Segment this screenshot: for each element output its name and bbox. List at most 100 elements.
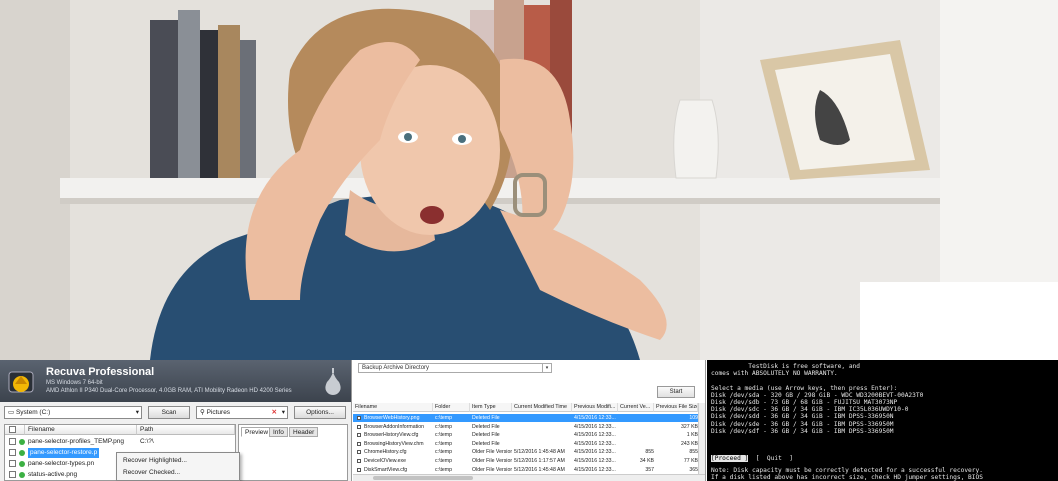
cell-folder: c:\temp (435, 432, 453, 439)
table-row[interactable]: ChromeHistory.cfg c:\temp Older File Versi… (353, 448, 698, 456)
filter-input[interactable]: ⚲ Pictures ✕ ▾ (196, 406, 288, 419)
start-button[interactable]: Start (657, 386, 695, 398)
cell-previous-size: 243 KB (680, 440, 698, 447)
testdisk-note-line: Note: Disk capacity must be correctly de… (711, 467, 983, 474)
row-path: C:\?\ (140, 438, 154, 445)
scrollbar-thumb[interactable] (373, 476, 473, 480)
tab-info[interactable]: Info (269, 427, 288, 437)
table-row[interactable]: BrowserWebHistory.png c:\temp Deleted File… (353, 414, 698, 422)
cell-item-type: Older File Version (472, 466, 512, 473)
scan-button[interactable]: Scan (148, 406, 190, 419)
file-history-window: Backup Archive Directory ▾ Start Filenam… (353, 360, 706, 481)
file-icon (357, 441, 361, 446)
testdisk-line: Disk /dev/sdb - 73 GB / 68 GiB - FUJITSU… (711, 399, 898, 406)
recuva-hardware-text: AMD Athlon II P340 Dual-Core Processor, … (46, 388, 292, 394)
cell-current-modified: 5/12/2016 1:45:48 AM (514, 449, 565, 456)
cell-previous-size: 365 (689, 466, 698, 473)
menu-item-recover-highlighted[interactable]: Recover Highlighted... (123, 457, 187, 464)
column-current-version[interactable]: Current Ve... (618, 403, 654, 412)
select-all-column[interactable] (5, 425, 25, 435)
testdisk-menu: [Proceed ] [ Quit ] (711, 455, 793, 462)
options-button[interactable]: Options... (294, 406, 346, 419)
testdisk-line: Disk /dev/sda - 320 GB / 298 GiB - WDC W… (711, 391, 924, 399)
table-row[interactable]: DiskSmartView.cfg c:\temp Older File Versi… (353, 466, 698, 474)
column-filename[interactable]: Filename (25, 425, 137, 435)
chevron-down-icon: ▾ (135, 409, 139, 416)
cell-filename: DeviceIOView.exe (364, 458, 407, 464)
horizontal-scrollbar[interactable] (353, 474, 705, 481)
proceed-button[interactable]: [Proceed ] (711, 455, 749, 462)
cell-previous-size: 1 KB (686, 432, 698, 439)
drive-select-value: System (C:) (15, 409, 51, 416)
cell-filename: BrowserAddonInformation (364, 423, 424, 430)
cell-folder: c:\temp (435, 458, 453, 464)
recuva-logo-icon (8, 371, 34, 393)
testdisk-line: Disk /dev/sdd - 36 GB / 34 GiB - IBM DPS… (711, 413, 894, 421)
cell-folder: c:\temp (435, 440, 453, 447)
row-checkbox[interactable] (9, 438, 16, 445)
cell-item-type: Deleted File (472, 415, 500, 421)
row-filename: pane-selector-types.pn (28, 460, 95, 467)
status-green-icon (19, 439, 25, 445)
testdisk-terminal: TestDisk is free software, and comes with… (707, 360, 1058, 481)
column-previous-size[interactable]: Previous File Size (654, 403, 698, 412)
drive-select[interactable]: ▭ System (C:) ▾ (4, 406, 142, 419)
column-previous-modified[interactable]: Previous Modifi... (572, 403, 618, 412)
cell-item-type: Deleted File (472, 423, 500, 430)
cell-current-version: 34 KB (639, 458, 654, 464)
table-row[interactable]: BrowserAddonInformation c:\temp Deleted Fi… (353, 423, 698, 431)
cell-filename: BrowsingHistoryView.chm (364, 440, 424, 447)
column-current-modified[interactable]: Current Modified Time (512, 403, 572, 412)
row-checkbox[interactable] (9, 471, 16, 478)
table-row[interactable]: BrowsingHistoryView.chm c:\temp Deleted Fi… (353, 440, 698, 448)
cell-current-modified: 5/12/2016 1:17:57 AM (514, 458, 565, 464)
cell-item-type: Older File Version (472, 458, 512, 464)
vertical-scrollbar[interactable] (698, 403, 705, 474)
chevron-down-icon[interactable]: ▾ (542, 364, 551, 372)
file-icon (357, 416, 361, 420)
cell-item-type: Deleted File (472, 432, 500, 439)
cell-filename: BrowserHistoryView.cfg (364, 432, 419, 439)
cell-item-type: Older File Version (472, 449, 512, 456)
table-row[interactable]: DeviceIOView.exe c:\temp Older File Versio… (353, 457, 698, 465)
tab-header[interactable]: Header (289, 427, 319, 437)
context-menu: Recover Highlighted... Recover Checked..… (116, 452, 240, 481)
backup-location-select[interactable]: Backup Archive Directory ▾ (358, 363, 552, 373)
column-folder[interactable]: Folder (433, 403, 470, 412)
menu-item-recover-checked[interactable]: Recover Checked... (123, 469, 180, 476)
clear-icon[interactable]: ✕ (272, 407, 277, 418)
table-row[interactable]: BrowserHistoryView.cfg c:\temp Deleted Fil… (353, 431, 698, 439)
recuva-os-text: MS Windows 7 64-bit (46, 380, 103, 386)
status-green-icon (19, 461, 25, 467)
cell-previous-size: 327 KB (680, 423, 698, 430)
cell-current-version: 357 (645, 466, 654, 473)
cell-previous-modified: 4/15/2016 12:33... (574, 432, 616, 439)
cell-previous-modified: 4/15/2016 12:33... (574, 440, 616, 447)
column-filename[interactable]: Filename (353, 403, 433, 412)
tab-preview[interactable]: Preview (241, 427, 273, 437)
cell-folder: c:\temp (435, 415, 453, 421)
cell-folder: c:\temp (435, 466, 453, 473)
cell-previous-size: 77 KB (683, 458, 698, 464)
file-icon (357, 424, 361, 429)
status-green-icon (19, 450, 25, 456)
recuva-toolbar: ▭ System (C:) ▾ Scan ⚲ Pictures ✕ ▾ Opti… (4, 406, 348, 420)
testdisk-line: TestDisk is free software, and (711, 363, 861, 370)
row-checkbox[interactable] (9, 449, 16, 456)
select-all-checkbox[interactable] (9, 426, 16, 433)
table-row[interactable]: pane-selector-profiles_TEMP.png C:\?\ (5, 437, 235, 447)
row-checkbox[interactable] (9, 460, 16, 467)
cell-previous-size: 855 (689, 449, 698, 456)
testdisk-note-line: If a disk listed above has incorrect siz… (711, 474, 983, 481)
recuva-title: Recuva Professional (46, 366, 155, 378)
row-filename: pane-selector-restore.p (28, 448, 100, 458)
file-icon (357, 459, 361, 463)
chevron-down-icon[interactable]: ▾ (282, 407, 285, 418)
cell-filename: BrowserWebHistory.png (364, 415, 420, 421)
column-path[interactable]: Path (137, 425, 235, 435)
quit-button[interactable]: [ Quit ] (756, 455, 793, 462)
piriform-pear-icon (325, 368, 341, 395)
status-green-icon (19, 472, 25, 478)
file-icon (357, 433, 361, 438)
column-item-type[interactable]: Item Type (470, 403, 512, 412)
